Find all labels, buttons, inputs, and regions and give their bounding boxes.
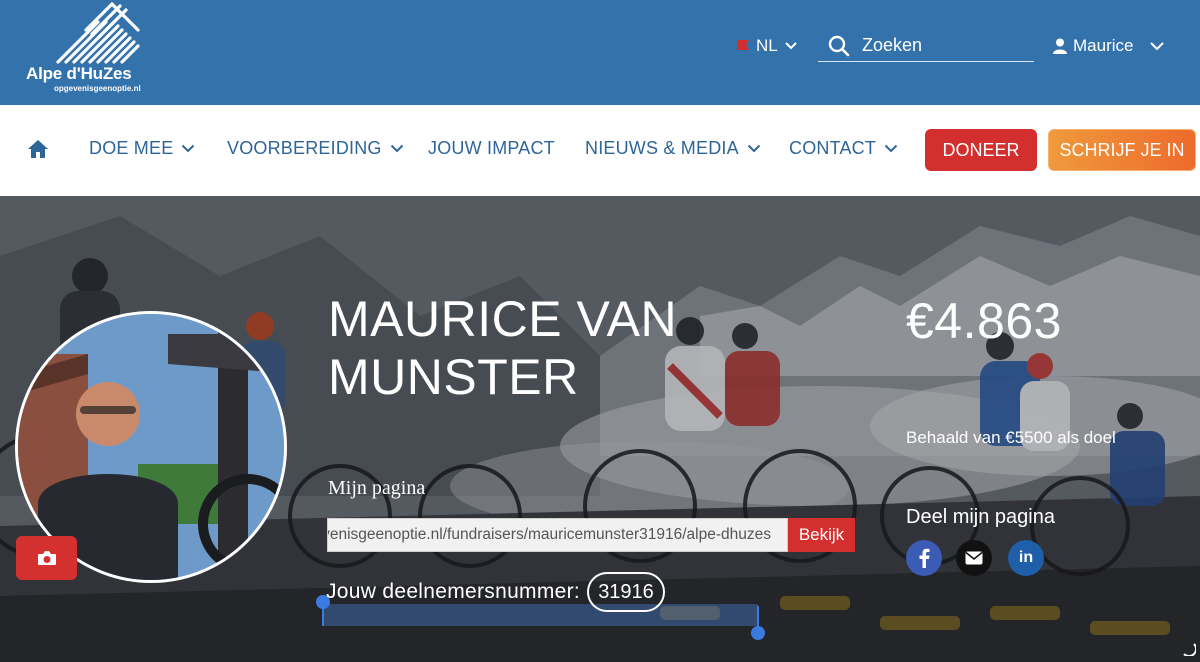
mijn-pagina-label: Mijn pagina: [328, 477, 426, 499]
chevron-down-icon: [390, 144, 403, 153]
share-linkedin-button[interactable]: in: [1008, 540, 1044, 576]
nav-item-nieuws-media[interactable]: NIEUWS & MEDIA: [585, 138, 761, 159]
search-icon[interactable]: [828, 35, 850, 57]
facebook-icon: [919, 548, 930, 568]
chevron-down-icon: [747, 144, 761, 153]
chevron-down-icon: [884, 144, 898, 153]
schrijf-je-in-button[interactable]: SCHRIJF JE IN: [1048, 129, 1196, 171]
linkedin-icon: in: [1018, 549, 1034, 566]
nav-item-label: JOUW IMPACT: [428, 138, 555, 158]
bekijk-button[interactable]: Bekijk: [788, 518, 855, 552]
nav-item-doe-mee[interactable]: DOE MEE: [89, 138, 195, 159]
camera-icon: [37, 551, 56, 565]
share-facebook-button[interactable]: [906, 540, 942, 576]
chevron-down-icon: [1150, 42, 1165, 51]
deelnemer-number-badge: 31916: [587, 572, 665, 612]
flag-icon: [737, 40, 749, 50]
user-name: Maurice: [1073, 36, 1134, 55]
search-input[interactable]: [862, 35, 1032, 56]
text-selection-highlight: [322, 604, 758, 626]
share-label: Deel mijn pagina: [906, 506, 1055, 528]
nav-item-jouw-impact[interactable]: JOUW IMPACT: [428, 138, 555, 159]
language-selector[interactable]: NL: [736, 36, 798, 56]
share-email-button[interactable]: [956, 540, 992, 576]
logo-subtitle: opgevenisgeenoptie.nl: [54, 84, 141, 93]
participant-name: MAURICE VAN MUNSTER: [328, 290, 688, 406]
nav-item-label: CONTACT: [789, 138, 877, 158]
user-icon: [1053, 38, 1067, 54]
chevron-down-icon: [182, 144, 195, 153]
logo-title: Alpe d'HuZes: [26, 64, 132, 83]
user-menu[interactable]: Maurice: [1053, 36, 1165, 56]
doneer-button[interactable]: DONEER: [925, 129, 1037, 171]
chevron-down-icon: [785, 42, 797, 50]
change-photo-button[interactable]: [16, 536, 77, 580]
envelope-icon: [965, 551, 983, 565]
goal-text: Behaald van €5500 als doel: [906, 428, 1116, 447]
nav-item-voorbereiding[interactable]: VOORBEREIDING: [227, 138, 404, 159]
page-url-field[interactable]: venisgeenoptie.nl/fundraisers/mauricemun…: [327, 518, 788, 552]
loading-spinner-icon: [1183, 643, 1196, 656]
logo[interactable]: Alpe d'HuZes opgevenisgeenoptie.nl: [26, 0, 156, 98]
home-icon[interactable]: [27, 139, 49, 159]
selection-handle-end[interactable]: [751, 626, 765, 640]
nav-item-contact[interactable]: CONTACT: [789, 138, 898, 159]
raised-amount: €4.863: [906, 293, 1062, 349]
nav-item-label: VOORBEREIDING: [227, 138, 382, 158]
search-bar: [818, 30, 1034, 62]
logo-mountain-icon: [56, 2, 140, 64]
deelnemer-label: Jouw deelnemersnummer:: [326, 580, 581, 603]
language-label: NL: [756, 36, 778, 55]
nav-item-label: NIEUWS & MEDIA: [585, 138, 739, 158]
top-bar: Alpe d'HuZes opgevenisgeenoptie.nl NL Ma…: [0, 0, 1200, 105]
participant-name-line: MAURICE VAN MUNSTER: [328, 291, 678, 405]
nav-item-label: DOE MEE: [89, 138, 174, 158]
